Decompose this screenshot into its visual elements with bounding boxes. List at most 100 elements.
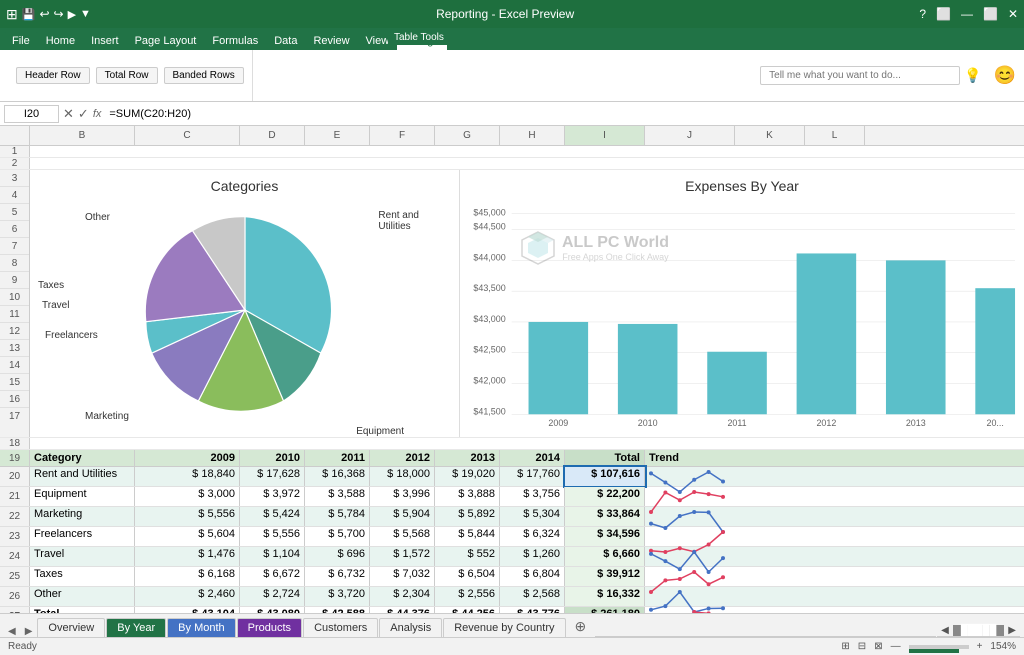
- tab-formulas[interactable]: Formulas: [204, 32, 266, 50]
- confirm-formula-icon[interactable]: ✓: [78, 106, 89, 122]
- cell-2009[interactable]: $ 5,556: [135, 507, 240, 526]
- ribbon-collapse-btn[interactable]: ⬜: [936, 7, 951, 21]
- customize-icon[interactable]: ▼: [80, 8, 91, 20]
- header-styles-btn[interactable]: Header Row: [16, 67, 90, 84]
- tab-by-month[interactable]: By Month: [167, 618, 235, 637]
- tab-data[interactable]: Data: [266, 32, 305, 50]
- cell-category[interactable]: Freelancers: [30, 527, 135, 546]
- view-layout-icon[interactable]: ⊟: [858, 641, 866, 652]
- cell-2014[interactable]: $ 2,568: [500, 587, 565, 606]
- cell-2013[interactable]: $ 2,556: [435, 587, 500, 606]
- cell-2014[interactable]: $ 5,304: [500, 507, 565, 526]
- cell-2010[interactable]: $ 17,628: [240, 467, 305, 486]
- view-normal-icon[interactable]: ⊞: [841, 641, 849, 652]
- tab-revenue-by-country[interactable]: Revenue by Country: [443, 618, 565, 637]
- tab-overview[interactable]: Overview: [37, 618, 105, 637]
- cell-2014[interactable]: $ 6,324: [500, 527, 565, 546]
- col-header-k[interactable]: K: [735, 126, 805, 145]
- cell-2012[interactable]: $ 5,904: [370, 507, 435, 526]
- ribbon-search-input[interactable]: [760, 66, 960, 85]
- cell-category[interactable]: Travel: [30, 547, 135, 566]
- tab-by-year[interactable]: By Year: [106, 618, 166, 637]
- cell-2014[interactable]: $ 6,804: [500, 567, 565, 586]
- cell-2011[interactable]: $ 5,784: [305, 507, 370, 526]
- tab-analysis[interactable]: Analysis: [379, 618, 442, 637]
- cell-2009[interactable]: $ 1,476: [135, 547, 240, 566]
- cell-2009[interactable]: $ 6,168: [135, 567, 240, 586]
- cell-2011[interactable]: $ 696: [305, 547, 370, 566]
- col-header-d[interactable]: D: [240, 126, 305, 145]
- scroll-left-icon[interactable]: ◀: [4, 626, 20, 637]
- cell-total[interactable]: $ 34,596: [565, 527, 645, 546]
- view-page-break-icon[interactable]: ⊠: [874, 641, 882, 652]
- cell-total[interactable]: $ 39,912: [565, 567, 645, 586]
- tab-file[interactable]: File: [4, 32, 38, 50]
- help-btn[interactable]: ?: [919, 7, 926, 21]
- cell-2010[interactable]: $ 3,972: [240, 487, 305, 506]
- cell-2014[interactable]: $ 3,756: [500, 487, 565, 506]
- cell-2010[interactable]: $ 1,104: [240, 547, 305, 566]
- add-sheet-btn[interactable]: ⊕: [567, 616, 595, 637]
- cell-2011[interactable]: $ 3,720: [305, 587, 370, 606]
- minimize-btn[interactable]: —: [961, 7, 973, 21]
- cell-2012[interactable]: $ 18,000: [370, 467, 435, 486]
- col-header-c[interactable]: C: [135, 126, 240, 145]
- cell-2012[interactable]: $ 5,568: [370, 527, 435, 546]
- cell-2011[interactable]: $ 3,588: [305, 487, 370, 506]
- cell-category[interactable]: Equipment: [30, 487, 135, 506]
- tab-products[interactable]: Products: [237, 618, 302, 637]
- tab-home[interactable]: Home: [38, 32, 83, 50]
- scroll-right-icon[interactable]: ▶: [21, 626, 37, 637]
- cell-total[interactable]: $ 33,864: [565, 507, 645, 526]
- col-header-h[interactable]: H: [500, 126, 565, 145]
- tab-review[interactable]: Review: [305, 32, 357, 50]
- cell-2013[interactable]: $ 5,844: [435, 527, 500, 546]
- cell-2010[interactable]: $ 5,556: [240, 527, 305, 546]
- cell-2011[interactable]: $ 5,700: [305, 527, 370, 546]
- cell-2011[interactable]: $ 6,732: [305, 567, 370, 586]
- cell-2012[interactable]: $ 1,572: [370, 547, 435, 566]
- col-header-b[interactable]: B: [30, 126, 135, 145]
- cell-2010[interactable]: $ 2,724: [240, 587, 305, 606]
- tab-page-layout[interactable]: Page Layout: [127, 32, 205, 50]
- cell-reference-box[interactable]: [4, 105, 59, 123]
- redo-icon[interactable]: ↪: [54, 7, 64, 21]
- cell-total[interactable]: $ 22,200: [565, 487, 645, 506]
- tab-customers[interactable]: Customers: [303, 618, 378, 637]
- cell-2013[interactable]: $ 6,504: [435, 567, 500, 586]
- cell-total[interactable]: $ 107,616: [565, 467, 645, 486]
- cell-category[interactable]: Rent and Utilities: [30, 467, 135, 486]
- cell-2009[interactable]: $ 3,000: [135, 487, 240, 506]
- zoom-slider[interactable]: [909, 645, 969, 649]
- col-header-j[interactable]: J: [645, 126, 735, 145]
- cell-2014[interactable]: $ 17,760: [500, 467, 565, 486]
- zoom-out-icon[interactable]: —: [891, 641, 901, 652]
- cell-2011[interactable]: $ 16,368: [305, 467, 370, 486]
- formula-input[interactable]: [105, 106, 1020, 122]
- col-header-l[interactable]: L: [805, 126, 865, 145]
- undo-icon[interactable]: ↩: [39, 7, 49, 21]
- save-icon[interactable]: 💾: [22, 8, 36, 21]
- cancel-formula-icon[interactable]: ✕: [63, 106, 74, 122]
- cell-2012[interactable]: $ 2,304: [370, 587, 435, 606]
- total-row-btn[interactable]: Total Row: [96, 67, 158, 84]
- cell-2012[interactable]: $ 3,996: [370, 487, 435, 506]
- cell-2013[interactable]: $ 19,020: [435, 467, 500, 486]
- cell-2013[interactable]: $ 552: [435, 547, 500, 566]
- cell-category[interactable]: Taxes: [30, 567, 135, 586]
- col-header-e[interactable]: E: [305, 126, 370, 145]
- tab-insert[interactable]: Insert: [83, 32, 127, 50]
- cell-2009[interactable]: $ 2,460: [135, 587, 240, 606]
- macro-icon[interactable]: ▶: [68, 8, 76, 21]
- cell-total[interactable]: $ 16,332: [565, 587, 645, 606]
- cell-2013[interactable]: $ 5,892: [435, 507, 500, 526]
- cell-2010[interactable]: $ 6,672: [240, 567, 305, 586]
- cell-2012[interactable]: $ 7,032: [370, 567, 435, 586]
- cell-category[interactable]: Other: [30, 587, 135, 606]
- banded-rows-btn[interactable]: Banded Rows: [164, 67, 244, 84]
- cell-2009[interactable]: $ 18,840: [135, 467, 240, 486]
- col-header-f[interactable]: F: [370, 126, 435, 145]
- close-btn[interactable]: ✕: [1008, 7, 1018, 21]
- maximize-btn[interactable]: ⬜: [983, 7, 998, 21]
- cell-2014[interactable]: $ 1,260: [500, 547, 565, 566]
